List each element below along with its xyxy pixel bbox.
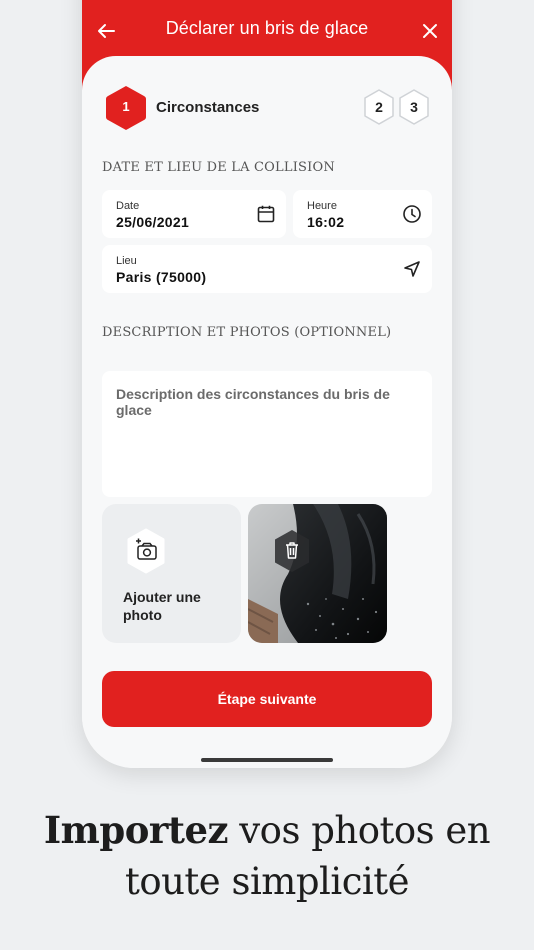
- add-photo-button[interactable]: Ajouter une photo: [102, 504, 241, 643]
- tagline-line-2: toute simplicité: [124, 860, 410, 903]
- tagline-line-1: Importez vos photos en: [0, 808, 534, 852]
- time-label: Heure: [307, 200, 337, 212]
- step-3-indicator[interactable]: 3: [397, 88, 431, 126]
- step-1-number: 1: [122, 99, 130, 114]
- date-field[interactable]: Date 25/06/2021: [102, 190, 286, 238]
- time-field[interactable]: Heure 16:02: [293, 190, 432, 238]
- camera-add-icon: [127, 528, 165, 574]
- form-sheet: 1 Circonstances 2 3 DATE ET LIEU DE LA C…: [82, 56, 452, 768]
- date-label: Date: [116, 200, 140, 212]
- phone-frame: Déclarer un bris de glace 1 Circonstance…: [82, 0, 452, 768]
- tagline-rest: vos photos en: [228, 809, 491, 852]
- next-step-button[interactable]: Étape suivante: [102, 671, 432, 727]
- date-value: 25/06/2021: [116, 214, 190, 230]
- add-photo-label: Ajouter une photo: [123, 589, 201, 623]
- close-button[interactable]: [416, 17, 444, 45]
- uploaded-photo-thumbnail[interactable]: [248, 504, 387, 643]
- step-1-indicator: 1: [104, 84, 148, 132]
- navigation-icon[interactable]: [402, 259, 422, 279]
- time-value: 16:02: [307, 214, 345, 230]
- section-title-description: DESCRIPTION ET PHOTOS (OPTIONNEL): [102, 325, 392, 340]
- section-title-date: DATE ET LIEU DE LA COLLISION: [102, 160, 335, 175]
- place-value: Paris (75000): [116, 269, 207, 285]
- tagline-bold: Importez: [43, 808, 229, 852]
- calendar-icon: [257, 205, 275, 223]
- step-label: Circonstances: [156, 99, 260, 116]
- home-indicator: [201, 758, 333, 762]
- close-icon: [423, 24, 437, 38]
- description-textarea[interactable]: Description des circonstances du bris de…: [102, 371, 432, 497]
- step-3-number: 3: [410, 99, 418, 115]
- clock-icon: [403, 205, 421, 223]
- car-photo: [248, 504, 387, 643]
- step-2-indicator[interactable]: 2: [362, 88, 396, 126]
- page-title: Déclarer un bris de glace: [165, 18, 369, 38]
- step-2-number: 2: [375, 99, 383, 115]
- trash-icon[interactable]: [271, 528, 313, 574]
- description-placeholder: Description des circonstances du bris de…: [116, 386, 390, 418]
- place-label: Lieu: [116, 255, 137, 267]
- place-field[interactable]: Lieu Paris (75000): [102, 245, 432, 293]
